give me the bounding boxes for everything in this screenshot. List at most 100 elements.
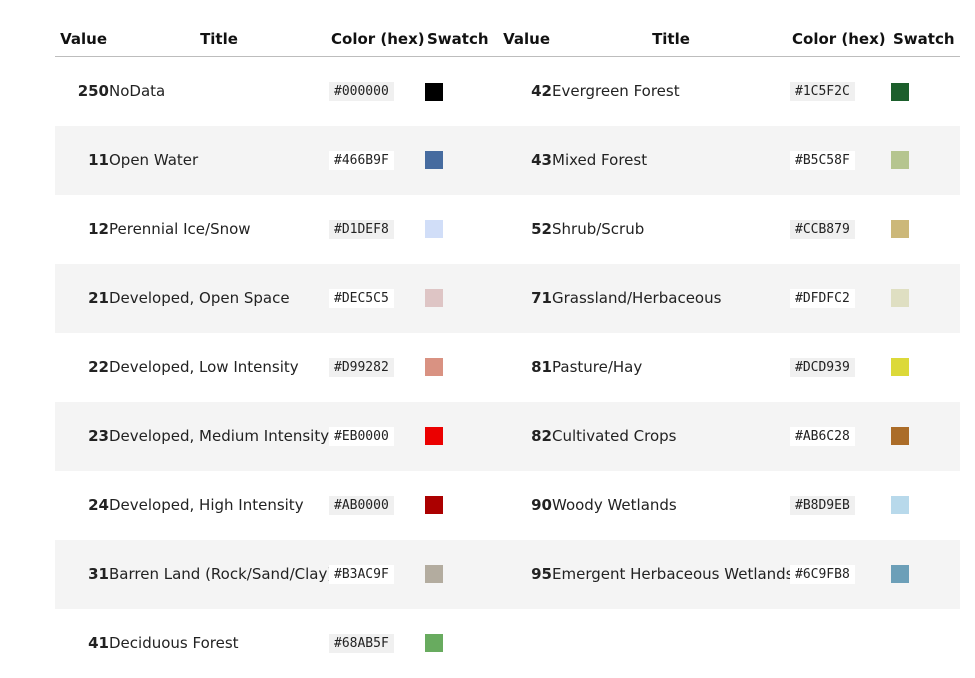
- class-value: 71: [531, 289, 552, 307]
- color-hex-code: #68AB5F: [329, 634, 394, 653]
- color-hex-cell: #DEC5C5: [329, 264, 425, 333]
- class-title: Pasture/Hay: [552, 358, 643, 376]
- color-swatch: [891, 496, 909, 515]
- class-value: 95: [531, 565, 552, 583]
- class-title: Perennial Ice/Snow: [109, 220, 251, 238]
- class-title: Barren Land (Rock/Sand/Clay): [109, 565, 329, 583]
- color-hex-cell: #68AB5F: [329, 609, 425, 678]
- color-hex-cell: #AB0000: [329, 471, 425, 540]
- header-title: Title: [109, 21, 329, 57]
- swatch-cell: [425, 540, 495, 609]
- color-swatch: [891, 427, 909, 446]
- color-swatch: [891, 151, 909, 170]
- color-hex-cell: #466B9F: [329, 126, 425, 195]
- class-title: Grassland/Herbaceous: [552, 289, 722, 307]
- table-row: 41 Deciduous Forest #68AB5F: [55, 609, 960, 678]
- color-hex-cell: #6C9FB8: [790, 540, 891, 609]
- color-hex-code: #DFDFC2: [790, 289, 855, 308]
- color-swatch: [425, 151, 443, 170]
- header-swatch-2: Swatch: [891, 21, 960, 57]
- table-row: 21 Developed, Open Space #DEC5C5 71 Grasslan…: [55, 263, 960, 333]
- table-row: 11 Open Water #466B9F 43 Mixed Forest #B5C58F: [55, 125, 960, 195]
- color-hex-code: #B3AC9F: [329, 565, 394, 584]
- class-title: Developed, Open Space: [109, 289, 290, 307]
- swatch-cell: [891, 471, 960, 540]
- class-title: Mixed Forest: [552, 151, 648, 169]
- color-hex-cell: [790, 609, 891, 678]
- swatch-cell: [425, 333, 495, 402]
- class-title: Cultivated Crops: [552, 427, 677, 445]
- color-hex-cell: #DFDFC2: [790, 264, 891, 333]
- class-value: 24: [88, 496, 109, 514]
- header-color-hex-2: Color (hex): [790, 21, 891, 57]
- class-title: Open Water: [109, 151, 199, 169]
- class-value: 42: [531, 82, 552, 101]
- swatch-cell: [891, 540, 960, 609]
- swatch-cell: [891, 264, 960, 333]
- class-title: Deciduous Forest: [109, 634, 239, 652]
- class-title: Developed, High Intensity: [109, 496, 304, 514]
- swatch-cell: [891, 402, 960, 471]
- class-title: Evergreen Forest: [552, 82, 680, 101]
- class-value: 22: [88, 358, 109, 376]
- class-value: 12: [88, 220, 109, 238]
- swatch-cell: [891, 195, 960, 264]
- class-value: 21: [88, 289, 109, 307]
- class-title: Shrub/Scrub: [552, 220, 645, 238]
- class-value: 82: [531, 427, 552, 445]
- class-value: 23: [88, 427, 109, 445]
- color-hex-code: #AB0000: [329, 496, 394, 515]
- class-value: 41: [88, 634, 109, 652]
- color-hex-code: #AB6C28: [790, 427, 855, 446]
- swatch-cell: [425, 195, 495, 264]
- swatch-cell: [425, 264, 495, 333]
- color-hex-code: #466B9F: [329, 151, 394, 170]
- table-body: 250 NoData #000000 42 Evergreen Forest #1C5F2…: [55, 57, 960, 678]
- color-swatch: [891, 358, 909, 377]
- color-swatch: [891, 565, 909, 584]
- class-value: 31: [88, 565, 109, 583]
- color-swatch: [425, 358, 443, 377]
- color-hex-code: #B5C58F: [790, 151, 855, 170]
- table-row: 23 Developed, Medium Intensity #EB0000 82 Cu…: [55, 401, 960, 471]
- color-swatch: [425, 82, 443, 101]
- class-value: 250: [77, 82, 109, 101]
- color-swatch: [425, 220, 443, 239]
- color-hex-code: #B8D9EB: [790, 496, 855, 515]
- color-hex-code: #EB0000: [329, 427, 394, 446]
- table-row: 31 Barren Land (Rock/Sand/Clay) #B3AC9F 95 E…: [55, 539, 960, 609]
- header-title-2: Title: [552, 21, 790, 57]
- class-title: Woody Wetlands: [552, 496, 677, 514]
- color-hex-code: #000000: [329, 82, 394, 102]
- color-hex-cell: #B5C58F: [790, 126, 891, 195]
- table-row: 22 Developed, Low Intensity #D99282 81 Pastu…: [55, 333, 960, 402]
- color-swatch: [891, 289, 909, 308]
- class-title: Emergent Herbaceous Wetlands: [552, 565, 790, 583]
- swatch-cell: [425, 471, 495, 540]
- color-hex-cell: #D99282: [329, 333, 425, 402]
- color-hex-cell: #B3AC9F: [329, 540, 425, 609]
- class-title: [552, 609, 790, 678]
- color-hex-cell: #CCB879: [790, 195, 891, 264]
- swatch-cell: [425, 402, 495, 471]
- class-value: 52: [531, 220, 552, 238]
- header-swatch: Swatch: [425, 21, 495, 57]
- color-hex-cell: #000000: [329, 57, 425, 126]
- color-swatch: [425, 496, 443, 515]
- color-hex-code: #DCD939: [790, 358, 855, 377]
- color-swatch: [425, 427, 443, 446]
- color-hex-code: #DEC5C5: [329, 289, 394, 308]
- class-value: 90: [531, 496, 552, 514]
- table-row: 250 NoData #000000 42 Evergreen Forest #1C5F2…: [55, 57, 960, 126]
- swatch-cell: [425, 609, 495, 678]
- color-swatch: [425, 634, 443, 653]
- table-header: Value Title Color (hex) Swatch Value Tit…: [55, 21, 960, 57]
- color-hex-cell: #D1DEF8: [329, 195, 425, 264]
- class-value: 43: [531, 151, 552, 169]
- color-hex-code: #1C5F2C: [790, 82, 855, 102]
- swatch-cell: [891, 126, 960, 195]
- swatch-cell: [425, 57, 495, 126]
- table-row: 24 Developed, High Intensity #AB0000 90 Wood…: [55, 471, 960, 540]
- color-swatch: [891, 82, 909, 101]
- color-hex-cell: #DCD939: [790, 333, 891, 402]
